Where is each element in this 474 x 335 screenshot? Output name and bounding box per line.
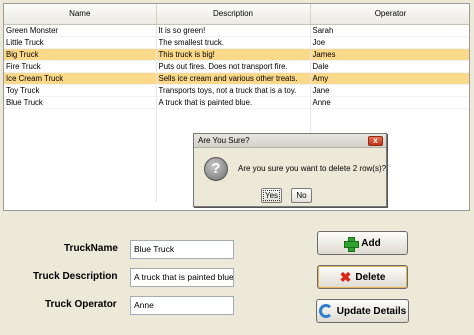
delete-button[interactable]: ✖ Delete xyxy=(317,265,408,289)
truck-name-input[interactable]: Blue Truck xyxy=(130,240,234,259)
refresh-icon xyxy=(318,304,333,318)
cell-name: Fire Truck xyxy=(4,60,157,73)
empty-row xyxy=(4,119,469,133)
cell-name: Blue Truck xyxy=(4,96,157,109)
table-row[interactable]: Ice Cream Truck Sells ice cream and vario… xyxy=(4,72,469,85)
cell-operator: Jane xyxy=(310,84,469,97)
add-button[interactable]: Add xyxy=(317,231,408,255)
dialog-title: Are You Sure? xyxy=(194,134,386,148)
table-row[interactable]: Blue Truck A truck that is painted blue. A… xyxy=(4,96,469,109)
cell-name: Little Truck xyxy=(4,36,157,49)
cell-description: The smallest truck. xyxy=(156,36,311,49)
cell-operator: James xyxy=(310,48,469,61)
cell-name: Green Monster xyxy=(4,24,157,37)
no-button[interactable]: No xyxy=(291,188,312,203)
cell-name: Ice Cream Truck xyxy=(4,72,157,85)
column-header-description[interactable]: Description xyxy=(156,4,311,25)
truck-description-input[interactable]: A truck that is painted blue xyxy=(130,268,234,287)
cell-name: Big Truck xyxy=(4,48,157,61)
table-row[interactable]: Little Truck The smallest truck. Joe xyxy=(4,36,469,49)
cell-description: A truck that is painted blue. xyxy=(156,96,311,109)
cell-name: Toy Truck xyxy=(4,84,157,97)
cell-description: Puts out fires. Does not transport fire. xyxy=(156,60,311,73)
add-button-label: Add xyxy=(361,237,381,249)
table-header: Name Description Operator xyxy=(4,4,469,25)
truck-name-label: TruckName xyxy=(64,243,118,254)
close-icon[interactable]: x xyxy=(368,136,383,146)
truck-description-label: Truck Description xyxy=(33,271,118,282)
table-row[interactable]: Toy Truck Transports toys, not a truck th… xyxy=(4,84,469,97)
yes-button[interactable]: Yes xyxy=(261,188,282,203)
update-details-button[interactable]: Update Details xyxy=(316,299,409,323)
column-header-operator[interactable]: Operator xyxy=(310,4,469,25)
dialog-message: Are you sure you want to delete 2 row(s)… xyxy=(238,164,387,173)
truck-operator-label: Truck Operator xyxy=(45,299,117,310)
plus-icon xyxy=(344,236,360,252)
cell-operator: Joe xyxy=(310,36,469,49)
cell-description: This truck is big! xyxy=(156,48,311,61)
cell-description: Sells ice cream and various other treats… xyxy=(156,72,311,85)
cell-operator: Anne xyxy=(310,96,469,109)
truck-operator-input[interactable]: Anne xyxy=(130,296,234,315)
confirm-dialog: Are You Sure? x ? Are you sure you want … xyxy=(193,133,387,207)
empty-row xyxy=(4,108,469,121)
column-header-name[interactable]: Name xyxy=(4,4,157,25)
table-row[interactable]: Big Truck This truck is big! James xyxy=(4,48,469,61)
cell-operator: Amy xyxy=(310,72,469,85)
update-button-label: Update Details xyxy=(336,305,407,317)
table-row[interactable]: Fire Truck Puts out fires. Does not trans… xyxy=(4,60,469,73)
table-row[interactable]: Green Monster It is so green! Sarah xyxy=(4,24,469,37)
cell-operator: Sarah xyxy=(310,24,469,37)
delete-x-icon: ✖ xyxy=(339,269,352,285)
delete-button-label: Delete xyxy=(355,271,386,283)
question-icon: ? xyxy=(204,157,228,181)
cell-description: Transports toys, not a truck that is a t… xyxy=(156,84,311,97)
cell-operator: Dale xyxy=(310,60,469,73)
cell-description: It is so green! xyxy=(156,24,311,37)
